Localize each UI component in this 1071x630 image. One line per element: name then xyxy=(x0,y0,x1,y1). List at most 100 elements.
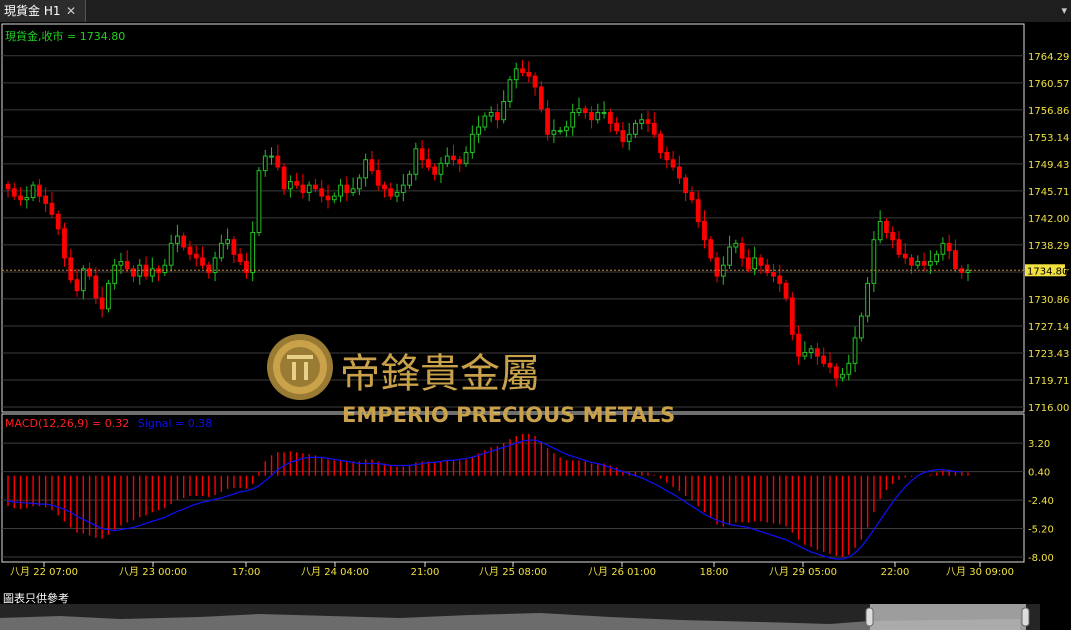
candle-body xyxy=(325,195,331,201)
candle-body xyxy=(695,199,701,223)
logo-cn: 帝鋒貴金屬 xyxy=(340,351,540,397)
candle-body xyxy=(438,162,444,175)
candle-body xyxy=(557,130,563,133)
price-tick-label: 1745.71 xyxy=(1028,187,1069,198)
tab-chart[interactable]: 現貨金 H1 ✕ xyxy=(0,0,86,22)
price-panel-label: 現貨金,收市 = 1734.80 xyxy=(5,29,125,43)
candle-body xyxy=(689,191,695,201)
price-tick-label: 1738.29 xyxy=(1028,241,1069,252)
macd-tick-label: 0.40 xyxy=(1028,468,1050,479)
candle-body xyxy=(11,188,17,197)
close-icon[interactable]: ✕ xyxy=(66,0,76,22)
macd-panel-label: MACD(12,26,9) = 0.32 Signal = 0.38 xyxy=(5,417,212,430)
candle-body xyxy=(846,362,852,375)
candle-body xyxy=(457,159,463,164)
candle-body xyxy=(99,297,105,310)
x-tick-label: 17:00 xyxy=(232,567,261,578)
footer: 圖表只供參考 xyxy=(0,590,1071,630)
price-tick-label: 1753.14 xyxy=(1028,133,1069,144)
candle-body xyxy=(953,250,958,270)
x-tick-label: 八月 23 00:00 xyxy=(119,566,187,578)
candle-body xyxy=(595,111,601,121)
candle-body xyxy=(281,166,287,190)
candle-body xyxy=(175,235,180,244)
macd-tick-label: -8.00 xyxy=(1028,553,1054,564)
candle-body xyxy=(633,122,638,135)
x-tick-label: 八月 26 01:00 xyxy=(588,566,656,578)
candle-body xyxy=(607,111,613,124)
candle-body xyxy=(946,242,952,252)
candle-body xyxy=(394,191,400,197)
candle-body xyxy=(808,348,814,353)
price-tick-label: 1719.71 xyxy=(1028,376,1069,387)
candle-body xyxy=(49,202,55,215)
tab-title: 現貨金 H1 xyxy=(4,4,61,18)
candle-body xyxy=(783,282,789,299)
candle-body xyxy=(752,257,758,270)
candle-body xyxy=(300,184,306,193)
candle-body xyxy=(444,155,450,164)
navigator-right-handle[interactable] xyxy=(1021,607,1030,627)
candle-body xyxy=(338,184,343,197)
candle-body xyxy=(601,111,607,114)
candle-body xyxy=(683,177,689,193)
candle-body xyxy=(626,133,632,143)
candle-body xyxy=(582,108,588,113)
candle-body xyxy=(789,297,795,335)
candle-body xyxy=(645,119,651,124)
candle-body xyxy=(545,108,550,135)
candle-body xyxy=(407,173,412,186)
candle-body xyxy=(758,257,764,266)
candle-body xyxy=(551,130,557,135)
navigator-scrollbar[interactable] xyxy=(0,604,1071,630)
current-price-label: 1734.80 xyxy=(1027,266,1068,277)
candle-body xyxy=(902,253,908,259)
macd-tick-label: -2.40 xyxy=(1028,496,1054,507)
chart-area: 帝鋒貴金屬 EMPERIO PRECIOUS METALS 1764.29 176… xyxy=(0,22,1071,590)
candle-body xyxy=(319,188,325,197)
candle-body xyxy=(106,282,111,310)
candle-body xyxy=(18,195,23,201)
candle-body xyxy=(915,261,921,266)
price-tick-label: 1749.43 xyxy=(1028,160,1069,171)
candle-body xyxy=(495,111,500,121)
candle-body xyxy=(369,159,375,172)
candle-body xyxy=(168,242,174,266)
price-tick-label: 1760.57 xyxy=(1028,79,1069,90)
candle-body xyxy=(771,271,776,277)
candle-body xyxy=(833,366,839,379)
candle-body xyxy=(187,246,193,255)
candle-body xyxy=(476,126,481,135)
navigator-left-handle[interactable] xyxy=(865,607,874,627)
candle-body xyxy=(356,177,362,190)
navigator-window[interactable] xyxy=(870,604,1026,630)
chevron-down-icon[interactable]: ▾ xyxy=(1061,4,1067,17)
candle-body xyxy=(714,257,720,277)
candle-body xyxy=(331,195,337,201)
candle-body xyxy=(576,108,582,113)
candle-body xyxy=(118,261,124,266)
candle-body xyxy=(526,71,532,77)
candle-body xyxy=(419,148,425,161)
candle-body xyxy=(513,68,519,81)
candle-body xyxy=(877,221,883,241)
x-tick-label: 18:00 xyxy=(700,567,729,578)
candle-body xyxy=(30,184,36,199)
candle-body xyxy=(244,261,249,273)
candle-body xyxy=(388,188,394,197)
candle-body xyxy=(664,151,670,161)
candle-body xyxy=(538,86,544,110)
candle-body xyxy=(80,268,86,292)
candle-body xyxy=(746,257,751,270)
candle-body xyxy=(802,351,808,357)
candle-body xyxy=(921,261,927,266)
candle-body xyxy=(250,231,256,273)
candle-body xyxy=(375,170,381,186)
candle-body xyxy=(400,184,406,193)
candle-body xyxy=(777,275,783,284)
price-tick-label: 1764.29 xyxy=(1028,52,1069,63)
candle-body xyxy=(858,315,864,339)
x-tick-label: 22:00 xyxy=(881,567,910,578)
candle-body xyxy=(225,239,230,244)
candle-body xyxy=(231,239,237,255)
